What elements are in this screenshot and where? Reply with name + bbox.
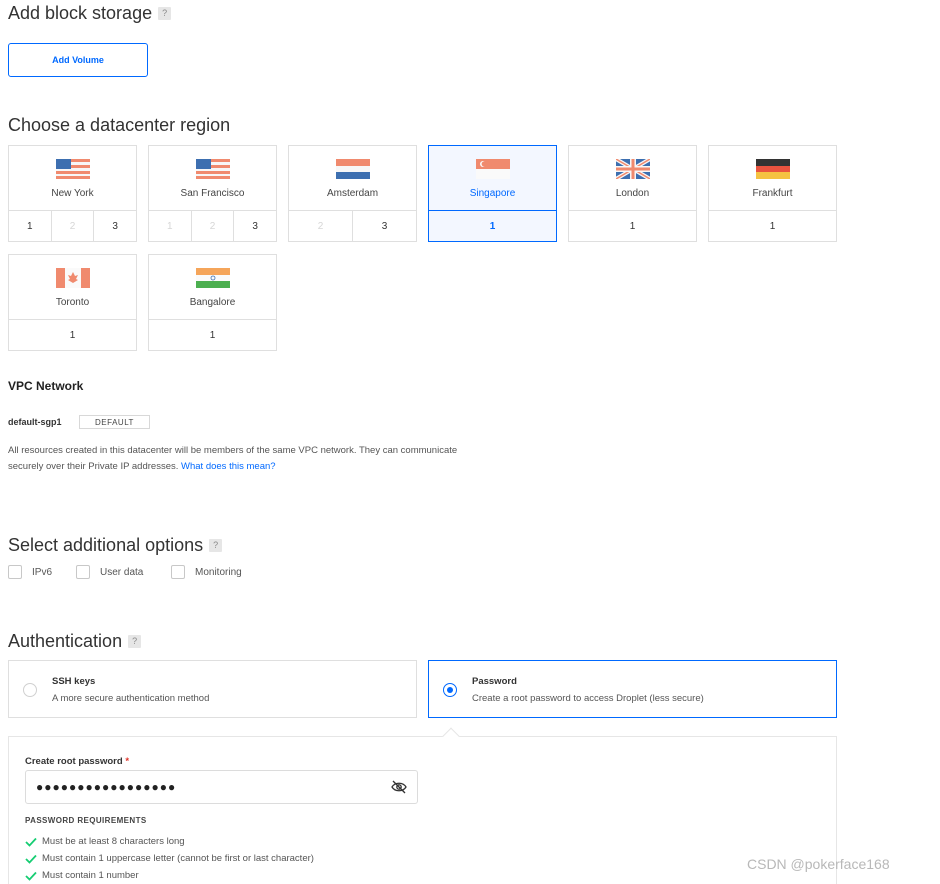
password-requirements-title: PASSWORD REQUIREMENTS	[25, 816, 147, 825]
region-frankfurt[interactable]: Frankfurt 1	[708, 145, 837, 242]
vpc-help-link[interactable]: What does this mean?	[181, 461, 276, 472]
region-datacenter-option[interactable]: 3	[234, 211, 276, 241]
region-name: Singapore	[469, 188, 516, 199]
region-name: London	[615, 188, 650, 199]
region-name: Amsterdam	[326, 188, 379, 199]
help-icon[interactable]: ?	[158, 7, 172, 20]
region-san-francisco[interactable]: San Francisco 1 2 3	[148, 145, 277, 242]
password-radio[interactable]	[443, 683, 457, 697]
auth-option-description: A more secure authentication method	[52, 693, 210, 704]
auth-option-password[interactable]: Password Create a root password to acces…	[428, 660, 837, 718]
check-icon	[25, 837, 37, 847]
help-icon[interactable]: ?	[128, 635, 142, 648]
requirement-text: Must be at least 8 characters long	[42, 836, 185, 847]
germany-flag-icon	[756, 159, 790, 179]
requirement-text: Must contain 1 uppercase letter (cannot …	[42, 853, 314, 864]
region-datacenter-option: 2	[192, 211, 235, 241]
india-flag-icon	[196, 268, 230, 288]
required-mark: *	[125, 756, 130, 767]
authentication-title: Authentication	[8, 631, 123, 651]
option-ipv6[interactable]: IPv6	[8, 565, 52, 579]
datacenter-heading: Choose a datacenter region	[8, 115, 230, 136]
authentication-heading: Authentication ?	[8, 631, 142, 652]
auth-option-ssh-keys[interactable]: SSH keys A more secure authentication me…	[8, 660, 417, 718]
default-badge: DEFAULT	[79, 415, 150, 429]
vpc-description: All resources created in this datacenter…	[8, 443, 478, 475]
us-flag-icon	[56, 159, 90, 179]
datacenter-title: Choose a datacenter region	[8, 115, 231, 135]
additional-options-heading: Select additional options ?	[8, 535, 223, 556]
region-name: San Francisco	[180, 188, 245, 199]
netherlands-flag-icon	[336, 159, 370, 179]
region-datacenter-option: 2	[289, 211, 353, 241]
region-datacenter-option[interactable]: 1	[9, 320, 136, 350]
requirement-item: Must be at least 8 characters long	[25, 836, 185, 847]
region-amsterdam[interactable]: Amsterdam 2 3	[288, 145, 417, 242]
check-icon	[25, 854, 37, 864]
region-datacenter-option[interactable]: 3	[94, 211, 136, 241]
block-storage-title: Add block storage	[8, 3, 153, 23]
root-password-input[interactable]	[25, 770, 418, 804]
block-storage-heading: Add block storage ?	[8, 3, 172, 24]
region-datacenter-option[interactable]: 1	[9, 211, 52, 241]
check-icon	[25, 871, 37, 881]
region-datacenter-option[interactable]: 1	[709, 211, 836, 241]
region-datacenter-option[interactable]: 1	[429, 211, 556, 241]
vpc-network-name: default-sgp1	[8, 417, 62, 427]
canada-flag-icon	[56, 268, 90, 288]
region-datacenter-option[interactable]: 1	[149, 320, 276, 350]
vpc-network-title: VPC Network	[8, 379, 84, 393]
auth-option-title: Password	[472, 676, 517, 687]
ssh-keys-radio[interactable]	[23, 683, 37, 697]
region-datacenter-option: 1	[149, 211, 192, 241]
user-data-checkbox[interactable]	[76, 565, 90, 579]
us-flag-icon	[196, 159, 230, 179]
help-icon[interactable]: ?	[209, 539, 223, 552]
monitoring-checkbox[interactable]	[171, 565, 185, 579]
singapore-flag-icon	[476, 159, 510, 179]
option-monitoring[interactable]: Monitoring	[171, 565, 242, 579]
region-london[interactable]: London 1	[568, 145, 697, 242]
region-datacenter-option: 2	[52, 211, 95, 241]
region-name: New York	[51, 188, 94, 199]
region-name: Bangalore	[189, 297, 236, 308]
add-volume-button[interactable]: Add Volume	[8, 43, 148, 77]
requirement-item: Must contain 1 uppercase letter (cannot …	[25, 853, 314, 864]
option-user-data[interactable]: User data	[76, 565, 143, 579]
region-datacenter-option[interactable]: 1	[569, 211, 696, 241]
ipv6-checkbox[interactable]	[8, 565, 22, 579]
requirement-item: Must contain 1 number	[25, 870, 139, 881]
region-name: Frankfurt	[752, 188, 793, 199]
region-datacenter-option[interactable]: 3	[353, 211, 416, 241]
auth-option-description: Create a root password to access Droplet…	[472, 693, 704, 704]
option-label: User data	[100, 566, 144, 578]
uk-flag-icon	[616, 159, 650, 179]
option-label: Monitoring	[195, 566, 242, 578]
watermark: CSDN @pokerface168	[747, 856, 890, 872]
region-toronto[interactable]: Toronto 1	[8, 254, 137, 351]
auth-option-title: SSH keys	[52, 676, 96, 687]
region-singapore[interactable]: Singapore 1	[428, 145, 557, 242]
option-label: IPv6	[32, 566, 53, 578]
requirement-text: Must contain 1 number	[42, 870, 139, 881]
region-new-york[interactable]: New York 1 2 3	[8, 145, 137, 242]
root-password-label-text: Create root password	[25, 756, 123, 767]
root-password-label: Create root password *	[25, 756, 129, 767]
region-bangalore[interactable]: Bangalore 1	[148, 254, 277, 351]
additional-options-title: Select additional options	[8, 535, 204, 555]
region-name: Toronto	[55, 297, 90, 308]
eye-slash-icon[interactable]	[391, 780, 407, 794]
